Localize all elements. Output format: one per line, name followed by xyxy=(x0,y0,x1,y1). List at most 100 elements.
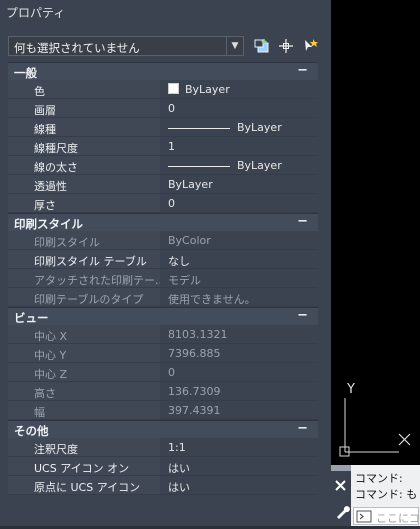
property-label: 中心 Y xyxy=(34,349,67,362)
property-label: 幅 xyxy=(34,406,45,419)
property-label: UCS アイコン オン xyxy=(34,462,130,475)
property-row[interactable]: 印刷スタイル テーブル なし xyxy=(8,250,318,269)
ucs-axis-y-label: Y xyxy=(346,382,355,397)
property-value-cell: 136.7309 xyxy=(160,382,318,401)
property-value: 0 xyxy=(168,102,175,115)
property-row[interactable]: 印刷スタイル ByColor xyxy=(8,231,318,250)
property-value-cell[interactable]: はい xyxy=(160,476,318,495)
linetype-sample xyxy=(168,165,230,167)
property-value: なし xyxy=(168,255,190,268)
property-label: 画層 xyxy=(34,104,56,117)
chevron-down-icon[interactable]: ▼ xyxy=(226,37,243,55)
property-label-cell: 線種尺度 xyxy=(8,137,160,156)
section-title: ビュー xyxy=(14,311,49,325)
property-value: モデル xyxy=(168,274,201,287)
property-row[interactable]: アタッチされた印刷テー... モデル xyxy=(8,269,318,288)
property-row[interactable]: 画層 0 xyxy=(8,99,318,118)
property-value-cell[interactable]: ByLayer xyxy=(160,175,318,194)
property-value: 0 xyxy=(168,366,175,379)
property-value: はい xyxy=(168,462,190,475)
property-row[interactable]: 線種尺度 1 xyxy=(8,137,318,156)
quick-select-icon[interactable] xyxy=(302,38,320,54)
property-label: 線種 xyxy=(34,123,56,136)
section-header[interactable]: ビュー − xyxy=(8,307,318,325)
property-row[interactable]: 高さ 136.7309 xyxy=(8,382,318,401)
command-line-controls xyxy=(331,465,351,526)
section-header[interactable]: 印刷スタイル − xyxy=(8,213,318,231)
property-value-cell[interactable]: 1:1 xyxy=(160,438,318,457)
drawing-viewport[interactable]: Y xyxy=(331,0,420,465)
collapse-icon[interactable]: − xyxy=(297,308,308,323)
property-value: ByLayer xyxy=(168,178,213,191)
property-value: 1 xyxy=(168,140,175,153)
property-row[interactable]: UCS アイコン オン はい xyxy=(8,457,318,476)
wrench-icon xyxy=(337,506,350,519)
property-label-cell: 線種 xyxy=(8,118,160,137)
palette-scrollbar[interactable] xyxy=(320,62,330,526)
property-label: 中心 X xyxy=(34,330,68,343)
property-label-cell: 原点に UCS アイコン xyxy=(8,476,160,495)
section-title: その他 xyxy=(14,424,49,438)
collapse-icon[interactable]: − xyxy=(297,214,308,229)
property-row[interactable]: 厚さ 0 xyxy=(8,194,318,213)
property-label-cell: 中心 Y xyxy=(8,344,160,363)
palette-toolbar: 何も選択されていません ▼ xyxy=(0,30,331,62)
property-label: 印刷スタイル テーブル xyxy=(34,255,147,268)
palette-title: プロパティ xyxy=(6,6,66,20)
toggle-pickadd-icon[interactable] xyxy=(253,38,271,54)
property-row[interactable]: 中心 Z 0 xyxy=(8,363,318,382)
command-input[interactable]: ここにコ xyxy=(353,507,420,525)
property-value-cell[interactable]: 0 xyxy=(160,99,318,118)
property-value-cell: ByColor xyxy=(160,231,318,250)
properties-palette: プロパティ 何も選択されていません ▼ 一般 − 色 ByLayer 画層 0 線種 ByLa… xyxy=(0,0,331,526)
property-label: 色 xyxy=(34,85,45,98)
ucs-icon: Y xyxy=(339,382,411,457)
command-history-line-2: コマンド: も xyxy=(355,488,418,501)
collapse-icon[interactable]: − xyxy=(297,421,308,436)
property-label-cell: 中心 Z xyxy=(8,363,160,382)
property-value-cell[interactable]: 0 xyxy=(160,194,318,213)
property-row[interactable]: 印刷テーブルのタイプ 使用できません。 xyxy=(8,288,318,307)
selection-value: 何も選択されていません xyxy=(14,41,140,55)
linetype-sample xyxy=(168,127,230,129)
property-value-cell[interactable]: 1 xyxy=(160,137,318,156)
property-value: 0 xyxy=(168,197,175,210)
command-prompt-icon xyxy=(356,510,372,523)
property-value: 397.4391 xyxy=(168,404,221,417)
property-row[interactable]: 線種 ByLayer xyxy=(8,118,318,137)
collapse-icon[interactable]: − xyxy=(297,63,308,78)
property-value: 7396.885 xyxy=(168,347,221,360)
section-header[interactable]: その他 − xyxy=(8,420,318,438)
property-value-cell[interactable]: はい xyxy=(160,457,318,476)
property-value-cell[interactable]: ByLayer xyxy=(160,156,318,175)
property-row[interactable]: 中心 Y 7396.885 xyxy=(8,344,318,363)
select-objects-icon[interactable] xyxy=(277,38,295,54)
property-value-cell[interactable]: ByLayer xyxy=(160,118,318,137)
property-row[interactable]: 色 ByLayer xyxy=(8,80,318,99)
property-label-cell: UCS アイコン オン xyxy=(8,457,160,476)
property-label-cell: 画層 xyxy=(8,99,160,118)
property-row[interactable]: 線の太さ ByLayer xyxy=(8,156,318,175)
property-value: ByLayer xyxy=(237,121,282,134)
palette-titlebar[interactable]: プロパティ xyxy=(0,0,331,24)
property-value: ByLayer xyxy=(185,83,230,96)
property-label: 原点に UCS アイコン xyxy=(34,481,141,494)
property-row[interactable]: 幅 397.4391 xyxy=(8,401,318,420)
selection-dropdown[interactable]: 何も選択されていません ▼ xyxy=(8,36,244,56)
property-value: 1:1 xyxy=(168,441,186,454)
property-label-cell: 印刷スタイル xyxy=(8,231,160,250)
property-row[interactable]: 注釈尺度 1:1 xyxy=(8,438,318,457)
section-header[interactable]: 一般 − xyxy=(8,62,318,80)
property-value-cell[interactable]: なし xyxy=(160,250,318,269)
property-value-cell: モデル xyxy=(160,269,318,288)
property-grid: 一般 − 色 ByLayer 画層 0 線種 ByLayer 線種尺度 1 線の太さ ByLayer 透… xyxy=(8,62,318,495)
property-label-cell: 色 xyxy=(8,80,160,99)
property-row[interactable]: 中心 X 8103.1321 xyxy=(8,325,318,344)
property-value: 8103.1321 xyxy=(168,328,228,341)
property-label: 印刷スタイル xyxy=(34,236,100,249)
command-history-line-1: コマンド: xyxy=(355,472,403,485)
property-row[interactable]: 透過性 ByLayer xyxy=(8,175,318,194)
property-value-cell[interactable]: ByLayer xyxy=(160,80,318,99)
property-row[interactable]: 原点に UCS アイコン はい xyxy=(8,476,318,495)
property-label: 中心 Z xyxy=(34,368,68,381)
